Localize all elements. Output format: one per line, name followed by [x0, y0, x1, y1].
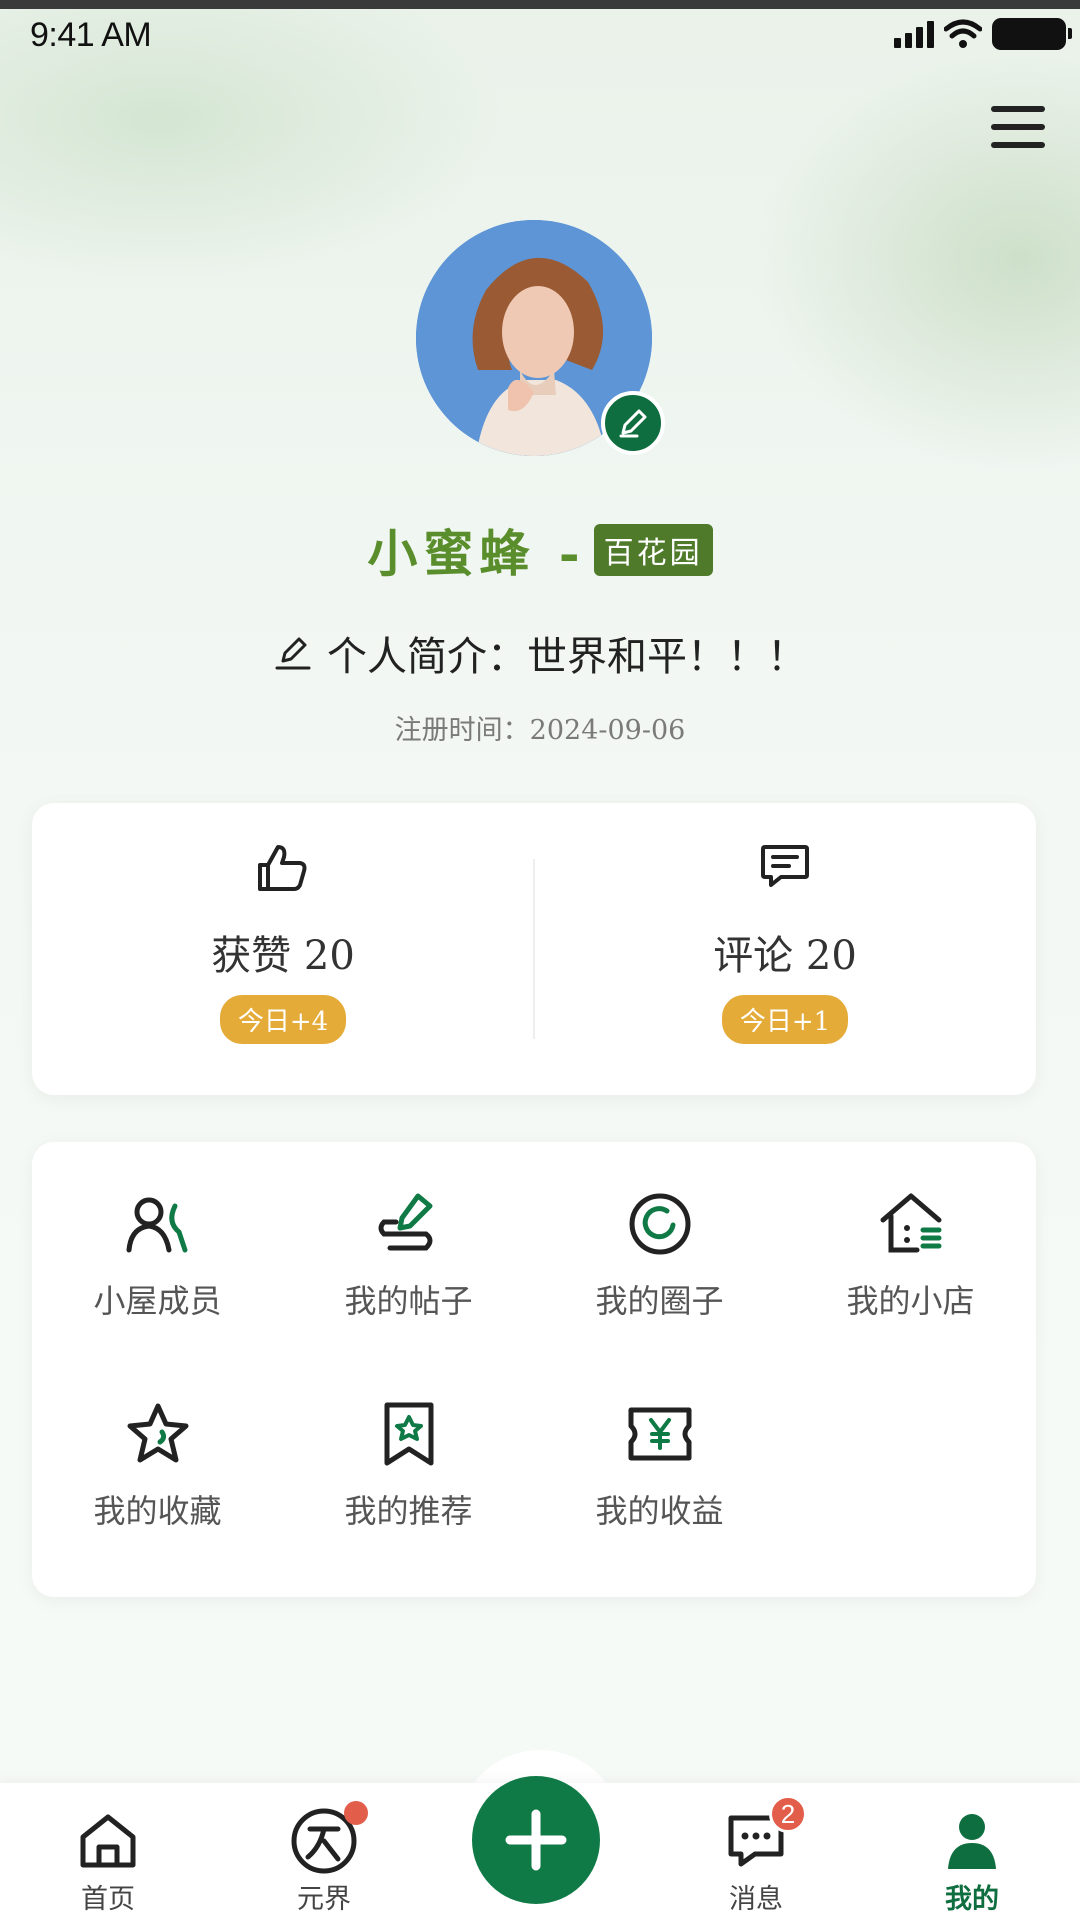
- home-icon: [80, 1814, 136, 1868]
- likes-stat[interactable]: 获赞 20 今日+4: [32, 803, 534, 1095]
- comments-label: 评论 20: [713, 933, 857, 979]
- tab-mine-label: 我的: [945, 1884, 999, 1915]
- top-edge: [0, 0, 1080, 9]
- yuanjie-dot: [344, 1801, 368, 1825]
- tab-messages-label: 消息: [729, 1884, 783, 1915]
- register-date: 注册时间：2024-09-06: [394, 715, 686, 746]
- menu-earnings[interactable]: 我的收益: [534, 1352, 785, 1552]
- menu-shop[interactable]: 我的小店: [785, 1142, 1036, 1342]
- menu-icon[interactable]: [988, 102, 1048, 152]
- tab-messages[interactable]: 2 消息: [648, 1783, 864, 1920]
- menu-posts[interactable]: 我的帖子: [283, 1142, 534, 1342]
- wifi-icon: [944, 19, 982, 48]
- ticket-icon: [628, 1407, 691, 1461]
- menu-members[interactable]: 小屋成员: [32, 1142, 283, 1342]
- bookmark-icon: [384, 1402, 433, 1466]
- comments-today-badge: 今日+1: [721, 995, 849, 1044]
- menu-circle-label: 我的圈子: [595, 1282, 724, 1320]
- signal-icon: [894, 20, 934, 48]
- menu-posts-label: 我的帖子: [344, 1282, 473, 1320]
- tab-home-label: 首页: [81, 1884, 135, 1915]
- nickname-row: 小蜜蜂 - 百花园: [0, 514, 1080, 586]
- plus-icon: [505, 1809, 567, 1871]
- status-time: 9:41 AM: [30, 16, 152, 54]
- tab-yuanjie-label: 元界: [297, 1884, 351, 1915]
- menu-earnings-label: 我的收益: [595, 1492, 724, 1530]
- edit-icon: [275, 637, 311, 670]
- shop-icon: [880, 1193, 941, 1253]
- menu-recommend[interactable]: 我的推荐: [283, 1352, 534, 1552]
- menu-members-label: 小屋成员: [93, 1282, 222, 1320]
- status-icons: [894, 18, 1072, 50]
- circle-icon: [629, 1193, 690, 1255]
- star-icon: [127, 1403, 188, 1463]
- likes-today-badge: 今日+4: [219, 995, 347, 1044]
- comments-stat[interactable]: 评论 20 今日+1: [534, 803, 1036, 1095]
- battery-icon: [992, 18, 1072, 50]
- post-icon: [378, 1193, 432, 1251]
- tab-home[interactable]: 首页: [0, 1783, 216, 1920]
- menu-circle[interactable]: 我的圈子: [534, 1142, 785, 1342]
- bio-row[interactable]: 个人简介：世界和平！！！: [0, 624, 1080, 682]
- bio-text: 个人简介：世界和平！！！: [327, 634, 807, 680]
- thumbs-up-icon: [258, 845, 307, 891]
- function-grid: 小屋成员 我的帖子 我的圈子 我的小店 我的收藏 我的推荐 我的收益: [32, 1142, 1036, 1597]
- menu-shop-label: 我的小店: [846, 1282, 975, 1320]
- menu-favorites[interactable]: 我的收藏: [32, 1352, 283, 1552]
- tab-yuanjie[interactable]: 元界: [216, 1783, 432, 1920]
- edit-avatar-button[interactable]: [601, 391, 665, 455]
- nickname: 小蜜蜂 -: [367, 524, 586, 583]
- add-button[interactable]: [472, 1776, 600, 1904]
- message-count-badge: 2: [769, 1795, 807, 1833]
- pencil-icon: [619, 409, 647, 438]
- tab-mine[interactable]: 我的: [864, 1783, 1080, 1920]
- menu-recommend-label: 我的推荐: [344, 1492, 473, 1530]
- likes-label: 获赞 20: [211, 933, 355, 979]
- user-icon: [948, 1814, 996, 1869]
- menu-favorites-label: 我的收藏: [93, 1492, 222, 1530]
- stats-card: 获赞 20 今日+4 评论 20 今日+1: [32, 803, 1036, 1095]
- comment-icon: [761, 845, 809, 887]
- nickname-tag: 百花园: [593, 524, 713, 576]
- members-icon: [126, 1197, 187, 1253]
